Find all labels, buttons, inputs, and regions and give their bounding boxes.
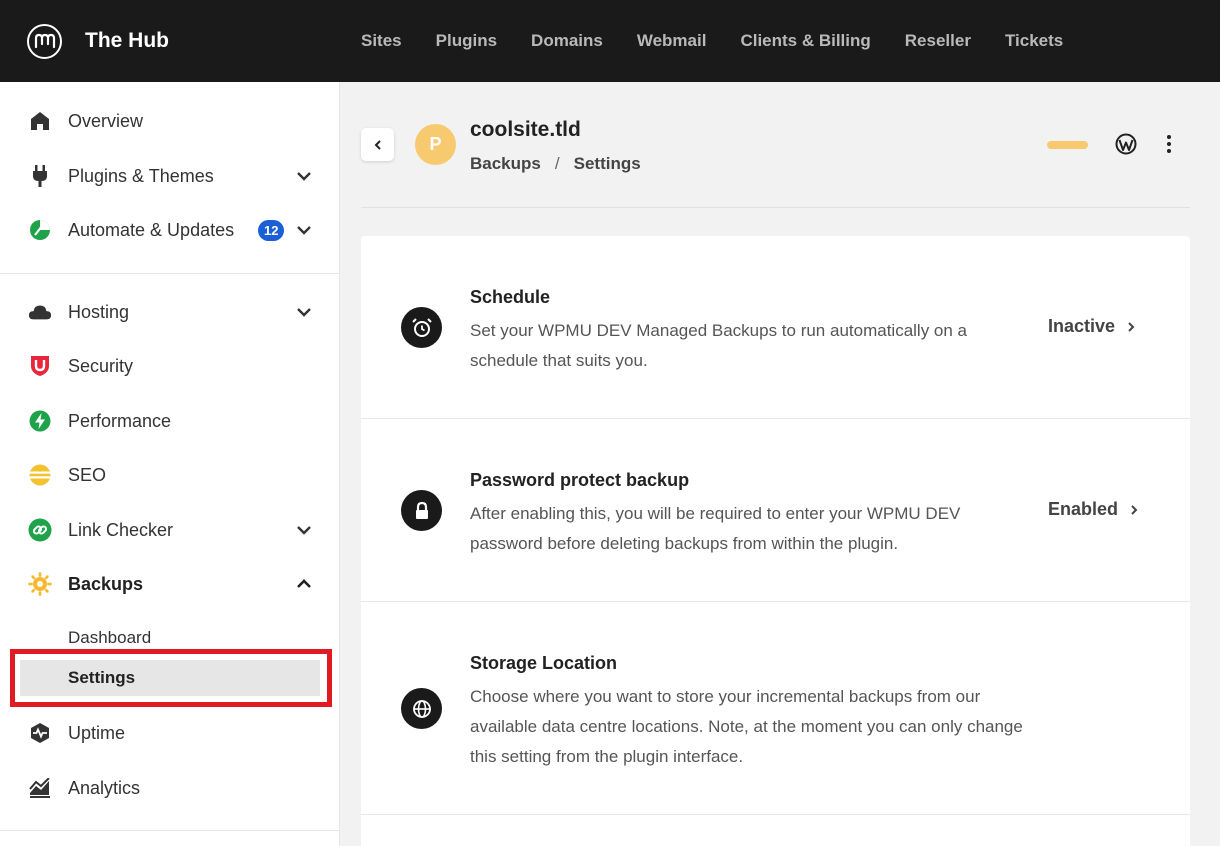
settings-row-storage-location[interactable]: Storage Location Choose where you want t… xyxy=(361,602,1190,815)
backups-icon xyxy=(28,572,52,596)
brand[interactable]: The Hub xyxy=(0,23,340,59)
alarm-clock-icon xyxy=(401,307,442,348)
globe-icon xyxy=(401,688,442,729)
settings-row-description: Choose where you want to store your incr… xyxy=(470,687,1023,766)
breadcrumb-current: Settings xyxy=(573,154,641,173)
chevron-down-icon[interactable] xyxy=(294,520,314,540)
sidebar-item-backups[interactable]: Backups xyxy=(0,564,339,604)
top-nav: Sites Plugins Domains Webmail Clients & … xyxy=(361,31,1097,51)
sidebar-item-label: Plugins & Themes xyxy=(68,165,214,186)
sidebar-item-label: Hosting xyxy=(68,301,130,322)
status-pill xyxy=(1047,141,1088,149)
cloud-icon xyxy=(28,300,52,324)
topnav-tickets[interactable]: Tickets xyxy=(1005,31,1063,51)
breadcrumb: Backups / Settings xyxy=(470,154,641,174)
lock-icon xyxy=(401,490,442,531)
sidebar-item-performance[interactable]: Performance xyxy=(0,401,339,441)
breadcrumb-parent[interactable]: Backups xyxy=(470,154,541,174)
topnav-webmail[interactable]: Webmail xyxy=(637,31,707,51)
sidebar-divider xyxy=(0,273,339,274)
topnav-plugins[interactable]: Plugins xyxy=(436,31,497,51)
chevron-down-icon[interactable] xyxy=(294,166,314,186)
settings-row-description: Set your WPMU DEV Managed Backups to run… xyxy=(470,321,968,370)
chevron-right-icon xyxy=(1130,504,1138,516)
topnav-clients-billing[interactable]: Clients & Billing xyxy=(740,31,870,51)
site-title: coolsite.tld xyxy=(470,118,581,141)
automate-icon xyxy=(28,218,52,242)
more-options-icon[interactable] xyxy=(1159,132,1179,156)
sidebar-item-label: Uptime xyxy=(68,722,126,743)
sidebar-item-label: SEO xyxy=(68,464,107,485)
chevron-left-icon xyxy=(374,139,381,150)
updates-count-badge: 12 xyxy=(258,219,285,241)
sidebar-subitem-label: Dashboard xyxy=(68,628,152,647)
top-bar: The Hub Sites Plugins Domains Webmail Cl… xyxy=(0,0,1220,82)
chevron-right-icon xyxy=(1127,321,1135,333)
plug-icon xyxy=(28,164,52,188)
sidebar-subitem-dashboard[interactable]: Dashboard xyxy=(20,620,320,656)
sidebar-item-label: Analytics xyxy=(68,777,141,798)
settings-card: Schedule Set your WPMU DEV Managed Backu… xyxy=(361,236,1190,846)
site-avatar: P xyxy=(415,124,456,165)
password-protect-status[interactable]: Enabled xyxy=(1048,499,1138,520)
header-divider xyxy=(361,207,1190,208)
sidebar-item-uptime[interactable]: Uptime xyxy=(0,713,339,753)
settings-row-title: Storage Location xyxy=(470,653,618,673)
chevron-down-icon[interactable] xyxy=(294,302,314,322)
sidebar-item-label: Performance xyxy=(68,410,172,431)
settings-row-title: Password protect backup xyxy=(470,470,690,490)
back-button[interactable] xyxy=(361,128,394,161)
analytics-icon xyxy=(28,776,52,800)
chevron-up-icon[interactable] xyxy=(294,574,314,594)
sidebar-item-hosting[interactable]: Hosting xyxy=(0,292,339,332)
sidebar-item-label: Link Checker xyxy=(68,519,174,540)
home-icon xyxy=(28,109,52,133)
seo-icon xyxy=(28,463,52,487)
wordpress-icon[interactable] xyxy=(1115,133,1137,155)
status-text: Enabled xyxy=(1048,499,1119,519)
status-text: Inactive xyxy=(1048,316,1116,336)
sidebar-item-seo[interactable]: SEO xyxy=(0,455,339,495)
app-title: The Hub xyxy=(85,29,169,52)
sidebar-item-plugins-themes[interactable]: Plugins & Themes xyxy=(0,156,339,196)
link-icon xyxy=(28,518,52,542)
settings-row-schedule[interactable]: Schedule Set your WPMU DEV Managed Backu… xyxy=(361,236,1190,419)
settings-row-title: Schedule xyxy=(470,287,551,307)
sidebar-item-label: Security xyxy=(68,355,134,376)
topnav-reseller[interactable]: Reseller xyxy=(905,31,971,51)
uptime-icon xyxy=(28,721,52,745)
chevron-down-icon[interactable] xyxy=(294,220,314,240)
sidebar-item-security[interactable]: Security xyxy=(0,346,339,386)
main-content: P coolsite.tld Backups / Settings Schedu… xyxy=(341,82,1220,846)
sidebar-subitem-label: Settings xyxy=(68,668,136,687)
sidebar-divider xyxy=(0,830,339,831)
sidebar-item-label: Backups xyxy=(68,573,144,594)
shield-icon xyxy=(28,354,52,378)
lightning-icon xyxy=(28,409,52,433)
settings-row-password-protect[interactable]: Password protect backup After enabling t… xyxy=(361,419,1190,602)
breadcrumb-separator: / xyxy=(554,154,560,173)
hub-logo-icon xyxy=(27,23,62,59)
sidebar-item-label: Overview xyxy=(68,110,144,131)
sidebar: Overview Plugins & Themes Automate & Upd… xyxy=(0,82,340,846)
sidebar-subitem-settings[interactable]: Settings xyxy=(20,660,320,696)
sidebar-item-overview[interactable]: Overview xyxy=(0,101,339,141)
sidebar-item-analytics[interactable]: Analytics xyxy=(0,768,339,808)
topnav-domains[interactable]: Domains xyxy=(531,31,603,51)
sidebar-item-link-checker[interactable]: Link Checker xyxy=(0,510,339,550)
sidebar-item-automate-updates[interactable]: Automate & Updates 12 xyxy=(0,210,339,250)
settings-row-description: After enabling this, you will be require… xyxy=(470,504,961,553)
topnav-sites[interactable]: Sites xyxy=(361,31,402,51)
schedule-status[interactable]: Inactive xyxy=(1048,316,1135,337)
sidebar-item-label: Automate & Updates xyxy=(68,219,235,240)
